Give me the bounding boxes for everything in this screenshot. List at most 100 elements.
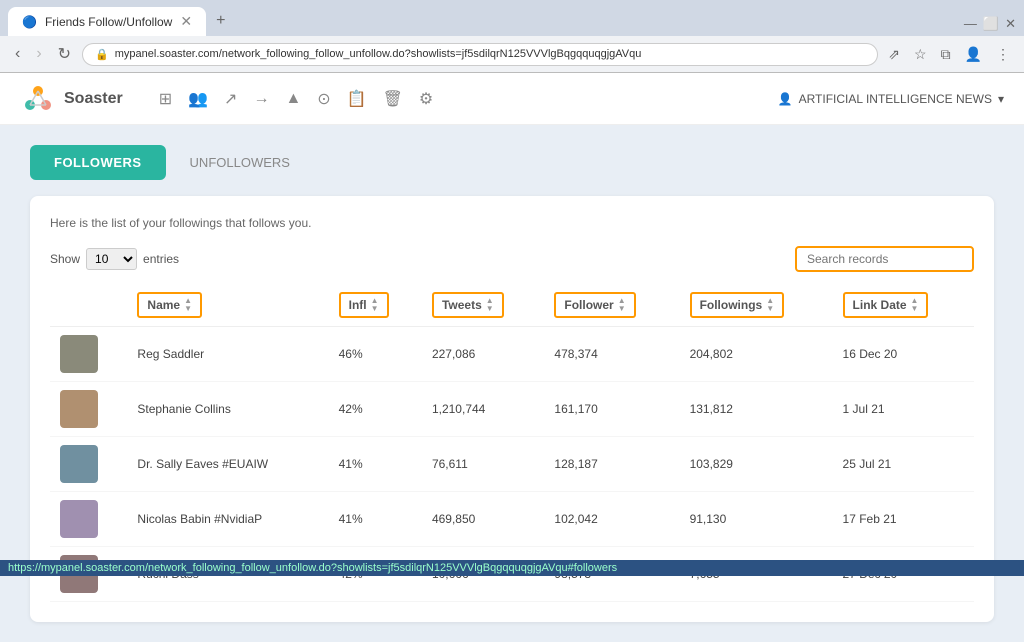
user-menu[interactable]: 👤 ARTIFICIAL INTELLIGENCE NEWS ▾ bbox=[778, 92, 1004, 106]
cell-avatar bbox=[50, 327, 127, 382]
sort-linkdate-icon: ▲▼ bbox=[911, 297, 919, 313]
sort-name-icon: ▲▼ bbox=[184, 297, 192, 313]
followers-tab-button[interactable]: FOLLOWERS bbox=[30, 145, 166, 180]
tab-bar: 🔵 Friends Follow/Unfollow ✕ + — ⬜ ✕ bbox=[0, 0, 1024, 36]
cell-link-date: 16 Dec 20 bbox=[833, 327, 974, 382]
search-input[interactable] bbox=[795, 246, 974, 272]
trending-icon[interactable]: ↗ bbox=[224, 89, 237, 109]
status-url: https://mypanel.soaster.com/network_foll… bbox=[8, 562, 617, 574]
cell-followings: 131,812 bbox=[680, 382, 833, 437]
col-follower[interactable]: Follower ▲▼ bbox=[544, 284, 679, 327]
table-row: Stephanie Collins 42% 1,210,744 161,170 … bbox=[50, 382, 974, 437]
sort-tweets-icon: ▲▼ bbox=[486, 297, 494, 313]
cell-follower: 161,170 bbox=[544, 382, 679, 437]
tab-buttons: FOLLOWERS UNFOLLOWERS bbox=[30, 145, 994, 180]
split-view-button[interactable]: ⧉ bbox=[937, 44, 955, 65]
entries-label: entries bbox=[143, 252, 179, 266]
cell-followings: 103,829 bbox=[680, 437, 833, 492]
grid-icon[interactable]: ⊞ bbox=[159, 89, 172, 109]
cell-tweets: 76,611 bbox=[422, 437, 544, 492]
forward-button[interactable]: › bbox=[31, 43, 46, 65]
arrow-icon[interactable]: → bbox=[253, 90, 269, 108]
show-label: Show bbox=[50, 252, 80, 266]
cell-follower: 478,374 bbox=[544, 327, 679, 382]
app-wrapper: Soaster ⊞ 👥 ↗ → ▲ ⊙ 📋 🗑 ⚙ 👤 ARTIFICIAL I… bbox=[0, 73, 1024, 642]
followers-table: Name ▲▼ Infl ▲▼ Tweets ▲▼ Follower ▲▼ Fo… bbox=[50, 284, 974, 602]
cell-infl: 46% bbox=[329, 327, 422, 382]
cell-follower: 128,187 bbox=[544, 437, 679, 492]
topbar: Soaster ⊞ 👥 ↗ → ▲ ⊙ 📋 🗑 ⚙ 👤 ARTIFICIAL I… bbox=[0, 73, 1024, 125]
nav-actions: ⇗ ☆ ⧉ 👤 ⋮ bbox=[884, 44, 1014, 65]
cell-followings: 204,802 bbox=[680, 327, 833, 382]
entries-select[interactable]: 10 25 50 100 bbox=[86, 248, 137, 270]
sort-followings-icon: ▲▼ bbox=[766, 297, 774, 313]
profile-button[interactable]: 👤 bbox=[961, 44, 986, 65]
cell-infl: 42% bbox=[329, 382, 422, 437]
send-icon[interactable]: ▲ bbox=[285, 90, 301, 108]
bookmark-button[interactable]: ☆ bbox=[910, 44, 931, 65]
user-menu-person-icon: 👤 bbox=[778, 92, 793, 106]
browser-chrome: 🔵 Friends Follow/Unfollow ✕ + — ⬜ ✕ ‹ › … bbox=[0, 0, 1024, 73]
col-link-date[interactable]: Link Date ▲▼ bbox=[833, 284, 974, 327]
settings-icon[interactable]: ⚙ bbox=[419, 89, 433, 109]
sort-infl-icon: ▲▼ bbox=[371, 297, 379, 313]
followers-card: Here is the list of your followings that… bbox=[30, 196, 994, 622]
share-button[interactable]: ⇗ bbox=[884, 44, 904, 65]
cell-link-date: 25 Jul 21 bbox=[833, 437, 974, 492]
url-text: mypanel.soaster.com/network_following_fo… bbox=[115, 48, 642, 60]
address-bar[interactable]: 🔒 mypanel.soaster.com/network_following_… bbox=[82, 43, 878, 66]
profile-icon[interactable]: ⊙ bbox=[317, 89, 330, 109]
user-menu-label: ARTIFICIAL INTELLIGENCE NEWS bbox=[799, 92, 992, 106]
table-header-row: Name ▲▼ Infl ▲▼ Tweets ▲▼ Follower ▲▼ Fo… bbox=[50, 284, 974, 327]
col-avatar bbox=[50, 284, 127, 327]
lock-icon: 🔒 bbox=[95, 48, 109, 61]
cell-avatar bbox=[50, 382, 127, 437]
unfollowers-tab-button[interactable]: UNFOLLOWERS bbox=[166, 145, 314, 180]
show-entries: Show 10 25 50 100 entries bbox=[50, 248, 179, 270]
new-tab-button[interactable]: + bbox=[206, 6, 235, 36]
table-controls: Show 10 25 50 100 entries bbox=[50, 246, 974, 272]
cell-name: Dr. Sally Eaves #EUAIW bbox=[127, 437, 328, 492]
tab-title: Friends Follow/Unfollow bbox=[45, 15, 172, 29]
status-bar: https://mypanel.soaster.com/network_foll… bbox=[0, 560, 1024, 576]
cell-name: Stephanie Collins bbox=[127, 382, 328, 437]
nav-bar: ‹ › ↻ 🔒 mypanel.soaster.com/network_foll… bbox=[0, 36, 1024, 72]
cell-follower: 102,042 bbox=[544, 492, 679, 547]
cell-link-date: 1 Jul 21 bbox=[833, 382, 974, 437]
minimize-button[interactable]: — bbox=[964, 16, 977, 32]
trash-icon[interactable]: 🗑 bbox=[383, 89, 403, 109]
cell-name: Reg Saddler bbox=[127, 327, 328, 382]
logo-area: Soaster bbox=[20, 81, 123, 117]
tab-favicon: 🔵 bbox=[22, 15, 37, 29]
cell-tweets: 1,210,744 bbox=[422, 382, 544, 437]
cell-tweets: 227,086 bbox=[422, 327, 544, 382]
user-menu-arrow: ▾ bbox=[998, 92, 1004, 106]
table-row: Reg Saddler 46% 227,086 478,374 204,802 … bbox=[50, 327, 974, 382]
tab-close-button[interactable]: ✕ bbox=[180, 13, 192, 30]
restore-button[interactable]: ⬜ bbox=[983, 16, 999, 32]
reload-button[interactable]: ↻ bbox=[53, 42, 76, 66]
card-description: Here is the list of your followings that… bbox=[50, 216, 974, 230]
menu-button[interactable]: ⋮ bbox=[992, 44, 1014, 65]
active-tab[interactable]: 🔵 Friends Follow/Unfollow ✕ bbox=[8, 7, 206, 36]
cell-link-date: 17 Feb 21 bbox=[833, 492, 974, 547]
close-window-button[interactable]: ✕ bbox=[1005, 16, 1016, 32]
logo-text: Soaster bbox=[64, 90, 123, 108]
table-row: Dr. Sally Eaves #EUAIW 41% 76,611 128,18… bbox=[50, 437, 974, 492]
col-followings[interactable]: Followings ▲▼ bbox=[680, 284, 833, 327]
sort-follower-icon: ▲▼ bbox=[618, 297, 626, 313]
col-name[interactable]: Name ▲▼ bbox=[127, 284, 328, 327]
cell-avatar bbox=[50, 492, 127, 547]
col-infl[interactable]: Infl ▲▼ bbox=[329, 284, 422, 327]
clipboard-icon[interactable]: 📋 bbox=[347, 89, 367, 109]
cell-tweets: 469,850 bbox=[422, 492, 544, 547]
cell-infl: 41% bbox=[329, 492, 422, 547]
back-button[interactable]: ‹ bbox=[10, 43, 25, 65]
col-tweets[interactable]: Tweets ▲▼ bbox=[422, 284, 544, 327]
logo-icon bbox=[20, 81, 56, 117]
table-row: Nicolas Babin #NvidiaP 41% 469,850 102,0… bbox=[50, 492, 974, 547]
cell-avatar bbox=[50, 437, 127, 492]
cell-name: Nicolas Babin #NvidiaP bbox=[127, 492, 328, 547]
cell-followings: 91,130 bbox=[680, 492, 833, 547]
people-icon[interactable]: 👥 bbox=[188, 89, 208, 109]
